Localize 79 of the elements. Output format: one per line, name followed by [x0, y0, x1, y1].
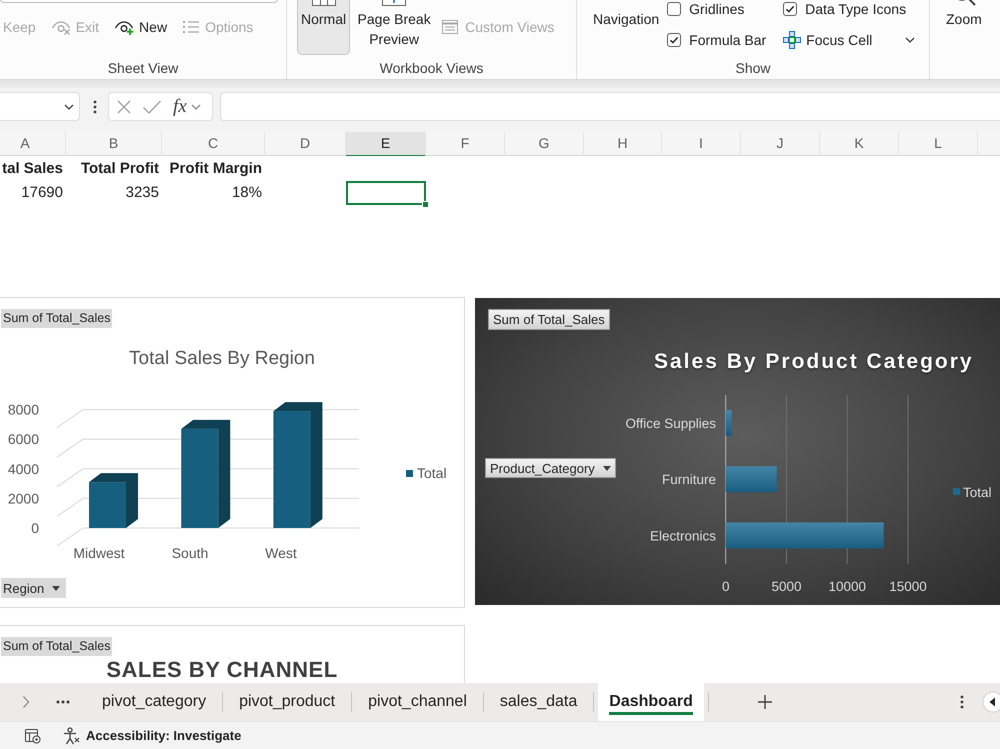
eye-x-icon — [50, 19, 71, 35]
category-label: Electronics — [650, 528, 716, 544]
sheet-tab[interactable]: pivot_category — [86, 683, 222, 721]
checkbox-label[interactable]: Data Type Icons — [805, 0, 906, 20]
insert-function-button[interactable]: fx — [173, 97, 187, 116]
field-heading: Profit Margin — [170, 160, 262, 177]
group-label: Workbook Views — [380, 60, 484, 76]
field-button[interactable]: Sum of Total_Sales — [488, 309, 610, 330]
tick-label: 4000 — [8, 460, 39, 477]
page-icon[interactable] — [24, 728, 41, 744]
chevron-down-icon[interactable] — [905, 37, 916, 43]
tick-label: 2000 — [8, 490, 39, 506]
group-label: Show — [735, 60, 771, 76]
tick-label: 0 — [31, 520, 39, 536]
field-button[interactable]: Region — [1, 578, 66, 598]
legend-label: Total — [417, 465, 447, 481]
checkbox[interactable] — [783, 2, 798, 16]
tick-label: 8000 — [8, 402, 39, 418]
accessibility-button[interactable]: Accessibility: Investigate — [62, 726, 242, 746]
caret-down-icon — [602, 466, 611, 470]
more-vertical-icon[interactable] — [960, 694, 964, 710]
category-label: Office Supplies — [625, 416, 716, 431]
value-text: 3235 — [126, 184, 159, 201]
tick-label: 6000 — [8, 431, 39, 448]
value-text: 17690 — [21, 184, 63, 201]
checkbox-label[interactable]: Formula Bar — [689, 30, 766, 50]
field-button[interactable]: Sum of Total_Sales — [1, 637, 112, 656]
ribbon-button[interactable]: New — [114, 16, 168, 38]
checkbox-label[interactable]: Gridlines — [689, 0, 744, 20]
checkbox[interactable] — [667, 33, 682, 47]
tick-label: 5000 — [771, 579, 802, 594]
group-label: Sheet View — [108, 60, 178, 76]
sheet-tab[interactable]: Dashboard — [598, 683, 704, 721]
chevron-right-icon[interactable] — [22, 695, 30, 709]
check-icon[interactable] — [142, 98, 162, 114]
depth-shading-drawing — [89, 473, 138, 528]
page-icon — [440, 18, 460, 36]
sheet-tab[interactable]: pivot_product — [223, 683, 352, 721]
sheet-tab[interactable]: pivot_channel — [352, 683, 483, 721]
ribbon-button[interactable]: Zoom — [942, 0, 986, 55]
field-button[interactable]: Product_Category — [485, 458, 616, 478]
category-label: South — [172, 545, 208, 561]
category-label: West — [265, 545, 297, 561]
checkbox[interactable] — [667, 2, 682, 16]
chart-title: Sales By Product Category — [654, 350, 974, 373]
ribbon-button[interactable]: Normal — [297, 0, 350, 55]
list-icon — [182, 19, 200, 35]
eye-plus-icon — [114, 19, 134, 35]
more-horizontal-icon[interactable] — [56, 700, 70, 704]
more-vertical-icon[interactable] — [93, 99, 97, 115]
plus-grid-icon — [783, 31, 802, 49]
field-heading: Total Profit — [80, 160, 159, 177]
ribbon-button[interactable]: Navigation — [589, 0, 664, 55]
scroll-left-icon[interactable] — [982, 691, 1000, 713]
sheet-tab[interactable]: sales_data — [484, 683, 594, 721]
close-icon[interactable] — [116, 98, 132, 114]
category-label: Midwest — [73, 545, 125, 561]
tick-label: 0 — [722, 579, 730, 594]
plus-icon[interactable] — [756, 694, 773, 710]
caret-down-icon — [52, 586, 60, 590]
formula-field[interactable] — [220, 92, 1000, 121]
ribbon-button[interactable]: Page Break Preview — [352, 0, 436, 55]
tick-label: 15000 — [889, 579, 927, 594]
person-icon — [62, 726, 80, 744]
bar — [89, 482, 126, 528]
bar — [726, 466, 777, 492]
column-header[interactable]: E — [346, 132, 426, 157]
chart-title: Total Sales By Region — [129, 348, 315, 369]
field-button[interactable]: Sum of Total_Sales — [1, 309, 112, 328]
chart-title: SALES BY CHANNEL — [106, 657, 338, 682]
chevron-down-icon[interactable] — [64, 104, 74, 110]
field-heading: tal Sales — [2, 160, 63, 177]
value-text: 18% — [232, 184, 262, 201]
ribbon-button[interactable]: Focus Cell — [783, 29, 872, 51]
tick-label: 10000 — [828, 579, 866, 594]
legend-label: Total — [963, 485, 992, 500]
bar — [726, 410, 732, 436]
category-label: Furniture — [662, 472, 716, 488]
fill-handle[interactable] — [422, 201, 429, 208]
